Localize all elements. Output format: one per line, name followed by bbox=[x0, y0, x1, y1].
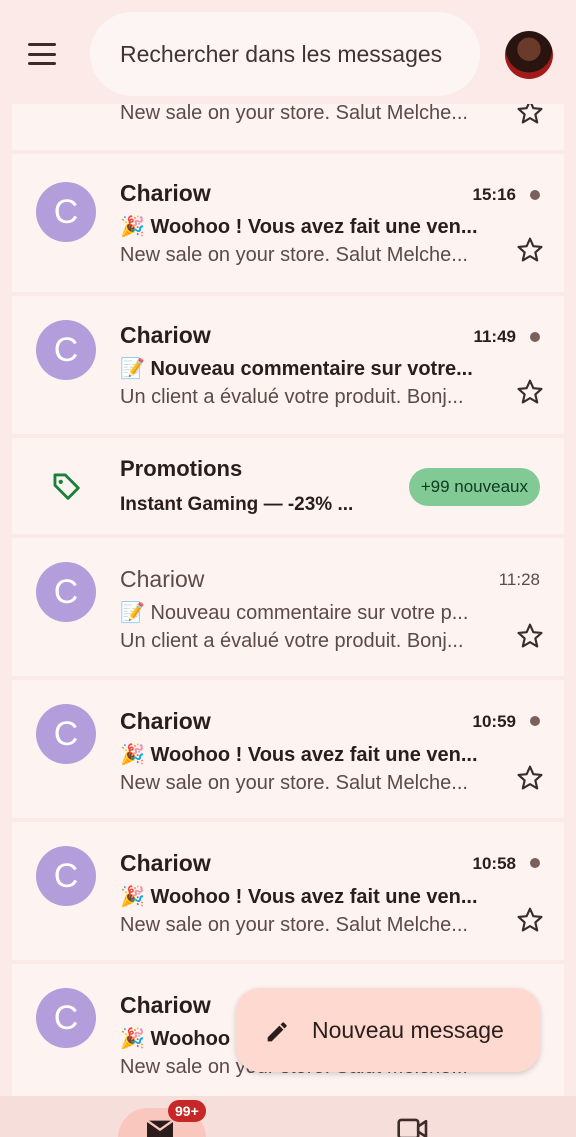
mail-icon bbox=[146, 1119, 174, 1137]
email-subject-text: Woohoo ! Vous avez fait une ven... bbox=[150, 744, 478, 766]
pencil-icon bbox=[267, 1022, 287, 1042]
star-icon[interactable] bbox=[514, 762, 546, 794]
sender-avatar: C bbox=[36, 846, 96, 906]
email-row[interactable]: C Chariow 10:59 🎉 Woohoo ! Vous avez fai… bbox=[12, 680, 564, 818]
star-icon[interactable] bbox=[514, 904, 546, 936]
email-snippet: New sale on your store. Salut Melche... bbox=[120, 244, 468, 266]
email-subject-text: Woohoo ! Vous avez fait une ven... bbox=[150, 216, 478, 238]
promotions-row[interactable]: Promotions Instant Gaming — -23% ... +99… bbox=[12, 438, 564, 534]
email-subject-text: Nouveau commentaire sur votre... bbox=[150, 358, 473, 380]
account-avatar[interactable] bbox=[505, 31, 553, 79]
star-icon[interactable] bbox=[514, 620, 546, 652]
search-input[interactable]: Rechercher dans les messages bbox=[90, 12, 480, 96]
sender-avatar: C bbox=[36, 562, 96, 622]
email-row[interactable]: C Chariow 11:49 📝 Nouveau commentaire su… bbox=[12, 296, 564, 434]
email-subject: 📝 Nouveau commentaire sur votre p... bbox=[120, 600, 492, 625]
email-subject-text: Woohoo ! Vous avez fait une ven... bbox=[150, 886, 478, 908]
menu-icon[interactable] bbox=[24, 40, 60, 68]
email-snippet: Un client a évalué votre produit. Bonj..… bbox=[120, 386, 464, 408]
email-snippet: New sale on your store. Salut Melche... bbox=[120, 772, 468, 794]
email-emoji: 🎉 bbox=[120, 216, 145, 238]
email-time: 10:58 bbox=[472, 854, 516, 873]
email-time: 10:59 bbox=[472, 712, 516, 731]
compose-button[interactable]: Nouveau message bbox=[236, 988, 540, 1072]
email-snippet: New sale on your store. Salut Melche... bbox=[120, 914, 468, 936]
email-subject: 🎉 Woohoo ! Vous avez fait une ven... bbox=[120, 214, 492, 239]
email-emoji: 🎉 bbox=[120, 744, 145, 766]
promotions-title: Promotions bbox=[120, 456, 243, 481]
bottom-nav: 99+ bbox=[0, 1096, 576, 1137]
email-sender: Chariow bbox=[120, 322, 211, 348]
star-icon[interactable] bbox=[514, 234, 546, 266]
email-snippet: Un client a évalué votre produit. Bonj..… bbox=[120, 630, 464, 652]
email-sender: Chariow bbox=[120, 566, 205, 592]
sender-avatar: C bbox=[36, 320, 96, 380]
email-emoji: 📝 bbox=[120, 602, 145, 624]
email-row[interactable]: New sale on your store. Salut Melche... bbox=[12, 96, 564, 150]
tag-icon bbox=[53, 473, 80, 500]
unread-dot bbox=[530, 858, 540, 868]
sender-avatar: C bbox=[36, 704, 96, 764]
email-subject: 📝 Nouveau commentaire sur votre... bbox=[120, 356, 492, 381]
sender-avatar: C bbox=[36, 182, 96, 242]
compose-label: Nouveau message bbox=[312, 1016, 504, 1043]
unread-dot bbox=[530, 716, 540, 726]
email-sender: Chariow bbox=[120, 708, 211, 734]
email-snippet: New sale on your store. Salut Melche... bbox=[120, 102, 468, 124]
email-time: 11:49 bbox=[473, 327, 516, 346]
email-subject-text: Nouveau commentaire sur votre p... bbox=[150, 602, 469, 624]
email-row[interactable]: C Chariow 11:28 📝 Nouveau commentaire su… bbox=[12, 538, 564, 676]
email-subject: 🎉 Woohoo ! Vous avez fait une ven... bbox=[120, 742, 492, 767]
email-sender: Chariow bbox=[120, 180, 211, 206]
unread-dot bbox=[530, 332, 540, 342]
sender-avatar: C bbox=[36, 988, 96, 1048]
star-icon[interactable] bbox=[514, 376, 546, 408]
email-sender: Chariow bbox=[120, 992, 211, 1018]
email-row[interactable]: C Chariow 15:16 🎉 Woohoo ! Vous avez fai… bbox=[12, 154, 564, 292]
email-subject-text: Woohoo bbox=[150, 1028, 231, 1050]
email-row[interactable]: C Chariow 10:58 🎉 Woohoo ! Vous avez fai… bbox=[12, 822, 564, 960]
email-time: 11:28 bbox=[498, 570, 540, 589]
new-count-badge: +99 nouveaux bbox=[408, 468, 540, 506]
email-emoji: 🎉 bbox=[120, 1028, 145, 1050]
email-time: 15:16 bbox=[472, 185, 516, 204]
unread-dot bbox=[530, 190, 540, 200]
unread-count-badge: 99+ bbox=[168, 1100, 206, 1122]
promotions-subtitle: Instant Gaming — -23% ... bbox=[120, 494, 354, 515]
email-emoji: 📝 bbox=[120, 358, 145, 380]
email-sender: Chariow bbox=[120, 850, 211, 876]
email-subject: 🎉 Woohoo ! Vous avez fait une ven... bbox=[120, 884, 492, 909]
top-bar: Rechercher dans les messages bbox=[0, 0, 576, 104]
video-camera-icon[interactable] bbox=[396, 1116, 430, 1137]
email-emoji: 🎉 bbox=[120, 886, 145, 908]
